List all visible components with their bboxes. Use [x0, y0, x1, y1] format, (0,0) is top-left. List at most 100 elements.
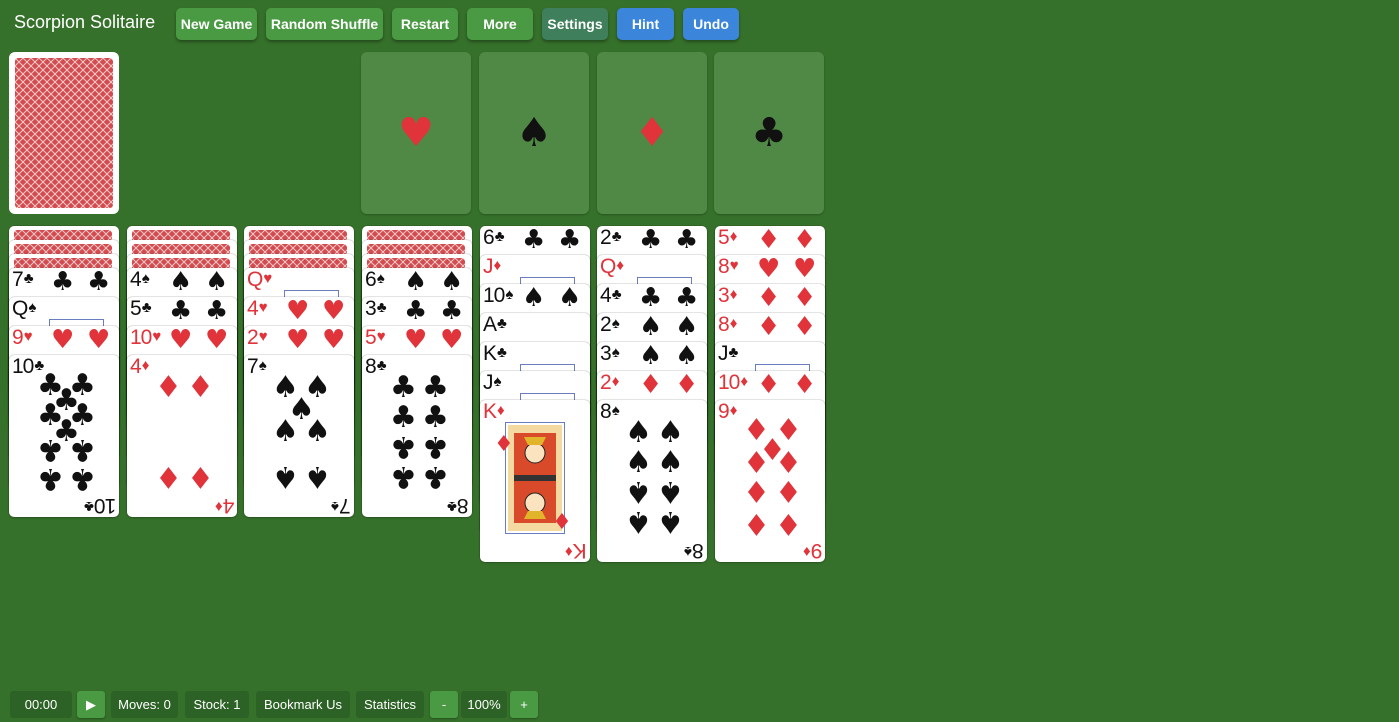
club-icon: ♣	[23, 270, 34, 287]
more-button[interactable]: More	[467, 8, 533, 40]
card-rank: 4	[130, 268, 142, 291]
card-rank: 7	[247, 355, 259, 378]
spade-icon: ♠	[376, 270, 385, 287]
spade-pip: ♠	[675, 313, 699, 342]
foundation-diamond[interactable]: ♦	[597, 52, 707, 214]
moves-counter: Moves: 0	[111, 691, 178, 718]
random-shuffle-button[interactable]: Random Shuffle	[266, 8, 383, 40]
card-rank: K	[483, 400, 497, 423]
club-pip: ♣	[69, 431, 96, 467]
playing-card[interactable]: 10♣ ♣ ♣ ♣ ♣ ♣ ♣ ♣ ♣ ♣ ♣ 10♣	[9, 355, 119, 517]
undo-button[interactable]: Undo	[683, 8, 739, 40]
heart-icon: ♥	[376, 328, 386, 345]
diamond-pip: ♦	[793, 371, 817, 400]
club-icon: ♣	[751, 110, 787, 156]
card-rank: 10	[483, 284, 505, 307]
foundation-spade[interactable]: ♠	[479, 52, 589, 214]
card-index: 2♠	[600, 314, 620, 338]
card-rank: 8	[600, 400, 612, 423]
club-icon: ♣	[497, 315, 507, 332]
diamond-icon: ♦	[803, 543, 811, 560]
play-icon: ▶	[86, 696, 96, 712]
zoom-level: 100%	[461, 691, 507, 718]
card-rank: 9	[811, 539, 822, 562]
card-rank: 5	[130, 297, 142, 320]
diamond-icon: ♦	[729, 228, 738, 245]
foundation-heart[interactable]: ♥	[361, 52, 471, 214]
card-index: 4♠	[130, 268, 150, 293]
bookmark-button[interactable]: Bookmark Us	[256, 691, 350, 718]
diamond-pip: ♦	[793, 313, 817, 342]
spade-icon: ♠	[493, 373, 502, 390]
spade-pip: ♠	[639, 342, 663, 371]
diamond-pip: ♦	[675, 371, 699, 400]
card-rank: K	[483, 342, 497, 365]
stock-counter: Stock: 1	[185, 691, 249, 718]
spade-pip: ♠	[657, 504, 684, 539]
card-index: 4♥	[247, 298, 268, 322]
new-game-button[interactable]: New Game	[176, 8, 257, 40]
diamond-icon: ♦	[616, 257, 624, 274]
restart-button[interactable]: Restart	[392, 8, 458, 40]
foundation-club[interactable]: ♣	[714, 52, 824, 214]
status-bar: 00:00 ▶ Moves: 0 Stock: 1 Bookmark Us St…	[0, 690, 1399, 718]
spade-pip: ♠	[205, 268, 229, 297]
diamond-pip: ♦	[757, 226, 781, 255]
card-index: 2♥	[247, 327, 268, 351]
play-button[interactable]: ▶	[77, 691, 105, 718]
playing-card[interactable]: K♦ ♦ ♦ K♦	[480, 400, 590, 562]
spade-pip: ♠	[304, 414, 331, 449]
card-rank: Q	[247, 268, 263, 291]
card-index: 9♥	[12, 327, 33, 351]
spade-pip: ♠	[272, 459, 299, 494]
stock-pile[interactable]	[9, 52, 119, 214]
spade-pip: ♠	[639, 313, 663, 342]
playing-card[interactable]: 8♣ ♣ ♣ ♣ ♣ ♣ ♣ ♣ ♣ 8♣	[362, 355, 472, 517]
playing-card[interactable]: 4♦ ♦ ♦ ♦ ♦ 4♦	[127, 355, 237, 517]
spade-pip: ♠	[657, 415, 684, 450]
heart-icon: ♥	[152, 328, 161, 345]
playing-card[interactable]: 8♠ ♠ ♠ ♠ ♠ ♠ ♠ ♠ ♠ 8♠	[597, 400, 707, 562]
diamond-icon: ♦	[493, 257, 502, 274]
diamond-pip: ♦	[775, 473, 802, 509]
spade-pip: ♠	[169, 268, 193, 297]
statistics-button[interactable]: Statistics	[356, 691, 424, 718]
spade-icon: ♠	[141, 270, 150, 287]
diamond-pip: ♦	[639, 371, 663, 400]
club-icon: ♣	[497, 344, 507, 361]
heart-icon: ♥	[258, 299, 268, 316]
diamond-icon: ♦	[729, 315, 738, 332]
card-rank: 7	[340, 494, 351, 517]
hint-button[interactable]: Hint	[617, 8, 674, 40]
playing-card[interactable]: 7♠ ♠ ♠ ♠ ♠ ♠ ♠ ♠ 7♠	[244, 355, 354, 517]
diamond-pip: ♦	[187, 459, 214, 494]
diamond-pip: ♦	[793, 226, 817, 255]
heart-icon: ♥	[729, 257, 739, 274]
spade-pip: ♠	[440, 268, 464, 297]
card-rank: 5	[365, 326, 377, 349]
diamond-pip: ♦	[743, 506, 770, 542]
spade-pip: ♠	[558, 284, 582, 313]
spade-pip: ♠	[625, 474, 652, 510]
card-rank: K	[573, 539, 587, 562]
card-rank: Q	[600, 255, 616, 278]
diamond-pip: ♦	[494, 432, 514, 457]
spade-pip: ♠	[272, 414, 299, 449]
card-rank: 4	[223, 494, 234, 517]
card-index: 8♥	[718, 256, 739, 280]
card-rank: 8	[718, 313, 730, 336]
settings-button[interactable]: Settings	[542, 8, 608, 40]
zoom-out-button[interactable]: -	[430, 691, 458, 718]
diamond-pip: ♦	[775, 506, 802, 542]
spade-pip: ♠	[304, 459, 331, 494]
card-index-bottom: 7♠	[332, 492, 351, 517]
playing-card[interactable]: 9♦ ♦ ♦ ♦ ♦ ♦ ♦ ♦ ♦ ♦ 9♦	[715, 400, 825, 562]
heart-pip: ♥	[322, 297, 346, 326]
card-index: 7♠	[247, 355, 267, 380]
card-index: 9♦	[718, 401, 737, 425]
heart-icon: ♥	[398, 110, 434, 156]
heart-pip: ♥	[286, 297, 310, 326]
spade-pip: ♠	[675, 342, 699, 371]
club-pip: ♣	[87, 268, 111, 297]
zoom-in-button[interactable]: +	[510, 691, 538, 718]
